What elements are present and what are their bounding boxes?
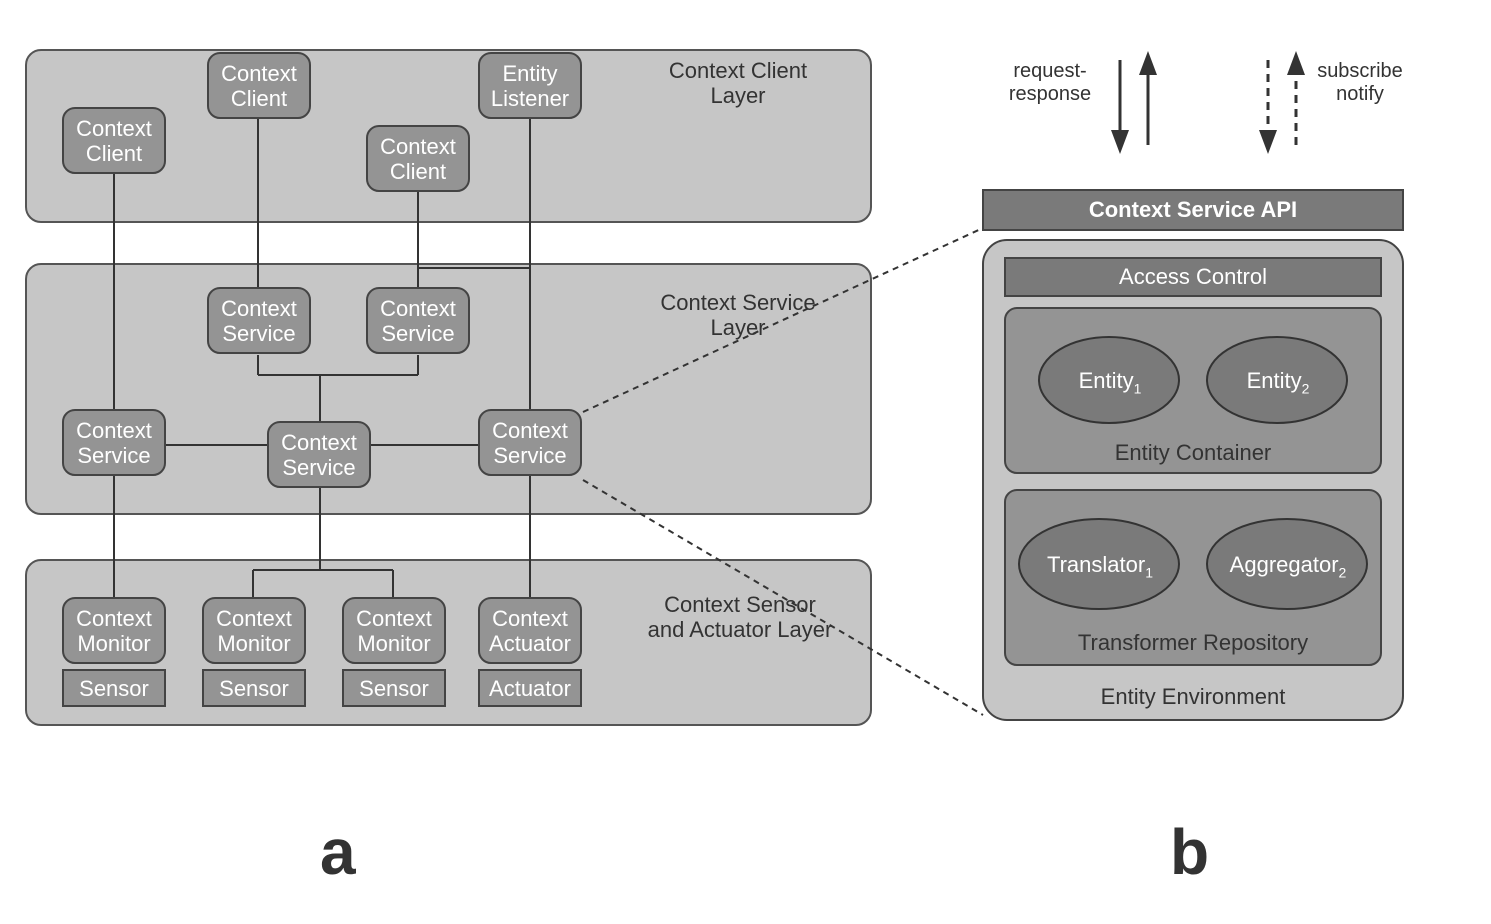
transformer-repo: Transformer Repository: [1005, 630, 1381, 655]
node-context-service-4: ContextService: [268, 430, 370, 481]
node-context-client-2: ContextClient: [208, 61, 310, 112]
figure-label-b: b: [1170, 815, 1209, 889]
node-entity-listener: EntityListener: [479, 61, 581, 112]
architecture-diagram: Context ClientLayer Context ServiceLayer…: [0, 0, 1491, 924]
node-sensor-2: Sensor: [203, 676, 305, 701]
layer-client-title: Context ClientLayer: [638, 58, 838, 109]
node-context-service-5: ContextService: [479, 418, 581, 469]
layer-service-title: Context ServiceLayer: [638, 290, 838, 341]
entity-container: Entity Container: [1005, 440, 1381, 465]
node-sensor-1: Sensor: [63, 676, 165, 701]
node-context-service-2: ContextService: [367, 296, 469, 347]
api-title: Context Service API: [983, 197, 1403, 222]
layer-sensor-title: Context Sensorand Actuator Layer: [620, 592, 860, 643]
node-context-actuator: ContextActuator: [479, 606, 581, 657]
figure-label-a: a: [320, 815, 356, 889]
access-control: Access Control: [1005, 264, 1381, 289]
node-context-monitor-2: ContextMonitor: [203, 606, 305, 657]
node-context-service-1: ContextService: [208, 296, 310, 347]
node-context-monitor-1: ContextMonitor: [63, 606, 165, 657]
node-context-client-3: ContextClient: [367, 134, 469, 185]
entity-1: Entity1: [1060, 368, 1160, 396]
node-context-monitor-3: ContextMonitor: [343, 606, 445, 657]
node-context-service-3: ContextService: [63, 418, 165, 469]
entity-environment: Entity Environment: [983, 684, 1403, 709]
node-context-client-1: ContextClient: [63, 116, 165, 167]
node-actuator: Actuator: [479, 676, 581, 701]
entity-2: Entity2: [1228, 368, 1328, 396]
node-sensor-3: Sensor: [343, 676, 445, 701]
aggregator: Aggregator2: [1218, 552, 1358, 580]
legend-subscribe-notify: subscribenotify: [1310, 60, 1410, 106]
translator: Translator1: [1030, 552, 1170, 580]
legend-request-response: request-response: [1000, 60, 1100, 106]
